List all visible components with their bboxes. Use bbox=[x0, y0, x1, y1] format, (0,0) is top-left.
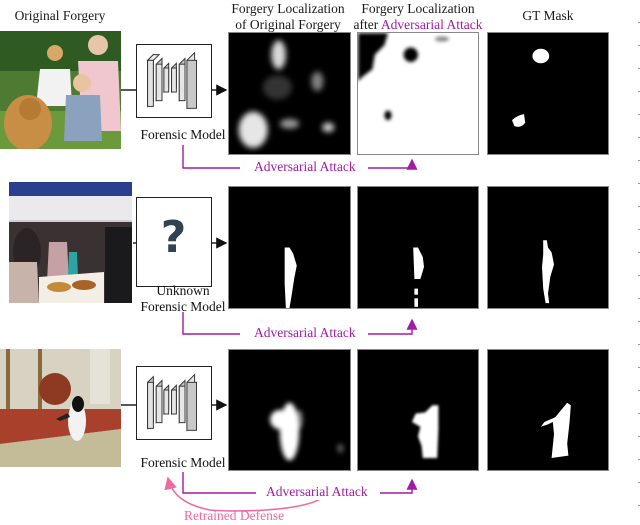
neural-network-icon bbox=[146, 51, 198, 110]
header-localization-original: Forgery Localization of Original Forgery bbox=[220, 1, 356, 33]
header-gt-mask: GT Mask bbox=[522, 8, 574, 23]
header-localization-original-line1: Forgery Localization bbox=[231, 1, 345, 16]
adversarial-attack-label-row1: Adversarial Attack bbox=[250, 159, 360, 175]
unknown-model-label-line1: Unknown bbox=[156, 283, 210, 298]
localization-attack-row2 bbox=[357, 186, 479, 309]
gt-mask-row3 bbox=[487, 349, 609, 471]
adversarial-attack-label-row2: Adversarial Attack bbox=[250, 325, 360, 341]
neural-network-icon bbox=[147, 373, 198, 432]
localization-original-row3 bbox=[228, 349, 351, 471]
localization-attack-row1 bbox=[357, 32, 479, 155]
localization-original-row2 bbox=[228, 186, 351, 309]
attack-arrow-row3 bbox=[380, 478, 418, 494]
header-original-forgery: Original Forgery bbox=[14, 8, 106, 23]
unknown-model-label-row2: Unknown Forensic Model bbox=[128, 283, 238, 315]
unknown-model-box-row2: ? bbox=[136, 197, 212, 287]
header-localization-attack: Forgery Localization after Adversarial A… bbox=[350, 1, 486, 33]
header-localization-attack-line2: after Adversarial Attack bbox=[350, 17, 486, 33]
gt-mask-row2 bbox=[487, 186, 609, 309]
header-localization-attack-line1: Forgery Localization bbox=[361, 1, 475, 16]
attack-arrow-row1 bbox=[368, 158, 418, 170]
localization-attack-row3 bbox=[357, 349, 479, 471]
forensic-model-box-row3 bbox=[136, 366, 212, 440]
header-localization-original-line2: of Original Forgery bbox=[235, 17, 341, 32]
buffet-photo bbox=[9, 182, 132, 303]
attack-arrow-row2 bbox=[368, 318, 418, 335]
forensic-model-label-row1: Forensic Model bbox=[140, 127, 226, 142]
forensic-model-box-row1 bbox=[136, 44, 212, 118]
header-attack-highlight: Adversarial Attack bbox=[380, 17, 483, 32]
gt-mask-row1 bbox=[487, 32, 609, 155]
forensic-model-label-row3: Forensic Model bbox=[140, 455, 226, 470]
family-photo bbox=[0, 31, 121, 149]
question-mark-icon: ? bbox=[160, 212, 187, 263]
localization-original-row1 bbox=[228, 32, 351, 155]
adversarial-attack-label-row3: Adversarial Attack bbox=[262, 484, 372, 500]
attack-path-row2 bbox=[182, 312, 240, 335]
header-attack-prefix: after bbox=[353, 17, 381, 32]
unknown-model-label-line2: Forensic Model bbox=[140, 299, 226, 314]
attack-path-row3 bbox=[182, 472, 256, 494]
penguin-photo bbox=[0, 349, 121, 467]
retrained-defense-label: Retrained Defense bbox=[184, 508, 285, 523]
